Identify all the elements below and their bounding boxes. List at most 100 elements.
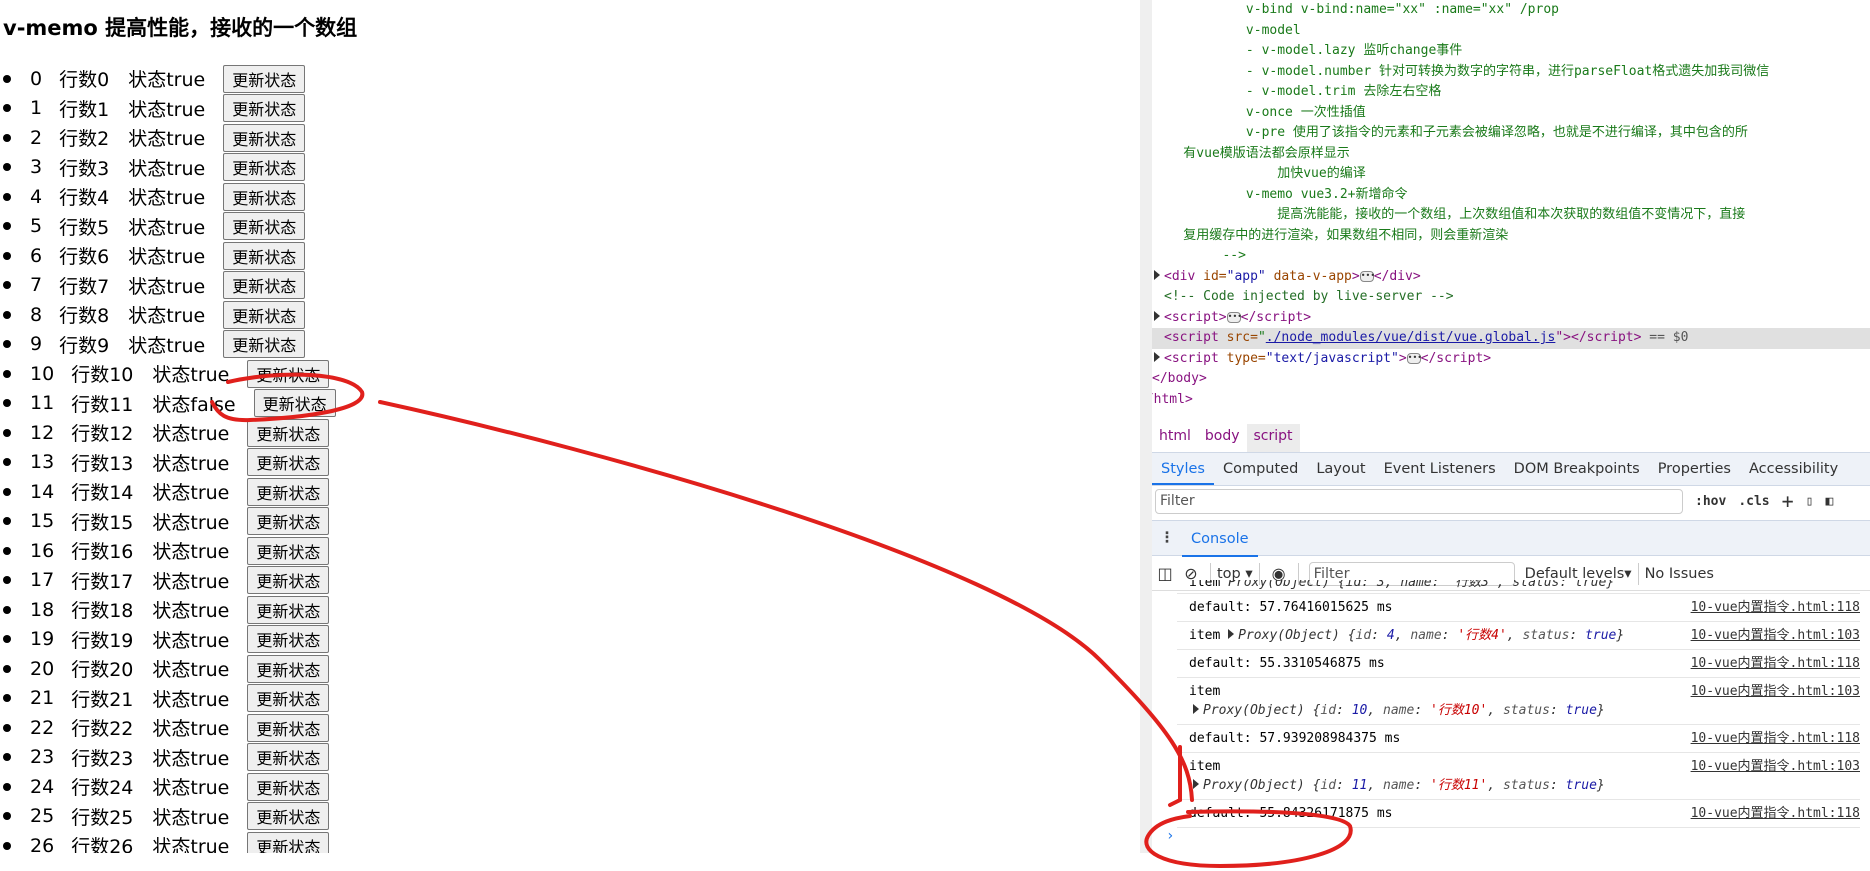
update-status-button[interactable]: 更新状态 xyxy=(247,684,330,713)
update-status-button[interactable]: 更新状态 xyxy=(223,212,306,241)
update-status-button[interactable]: 更新状态 xyxy=(223,94,306,123)
expand-triangle-icon[interactable] xyxy=(1193,779,1199,789)
update-status-button[interactable]: 更新状态 xyxy=(223,153,306,182)
update-status-button[interactable]: 更新状态 xyxy=(247,448,330,477)
comma: , xyxy=(1506,628,1523,643)
expand-triangle-icon[interactable] xyxy=(1154,269,1160,280)
comma: , xyxy=(1487,703,1503,718)
row-name: 行数4 xyxy=(59,187,110,210)
styles-tabs: Styles Computed Layout Event Listeners DOM B… xyxy=(1152,452,1870,486)
dom-node[interactable]: <div id="app" data-v-app>•••</div> xyxy=(1152,267,1870,288)
update-status-button[interactable]: 更新状态 xyxy=(247,418,330,447)
row-id: 21 xyxy=(30,687,55,710)
update-status-button[interactable]: 更新状态 xyxy=(253,389,336,418)
dom-token: </div> xyxy=(1373,268,1421,284)
log-object[interactable]: Proxy(Object) {id: 10, name: '行数10', sta… xyxy=(1193,701,1860,720)
dom-node[interactable]: <!-- Code injected by live-server --> xyxy=(1152,287,1870,308)
expand-triangle-icon[interactable] xyxy=(1228,629,1235,639)
row-name: 行数10 xyxy=(71,364,134,387)
row-name: 行数25 xyxy=(71,806,134,829)
update-status-button[interactable]: 更新状态 xyxy=(247,507,330,536)
row-id: 15 xyxy=(30,510,55,533)
row-name: 行数20 xyxy=(71,659,134,682)
cls-toggle[interactable]: .cls xyxy=(1738,494,1769,509)
log-object[interactable]: Proxy(Object) {id: 11, name: '行数11', sta… xyxy=(1193,776,1860,795)
row-name: 行数18 xyxy=(71,600,134,623)
paint-icon[interactable]: ▯ xyxy=(1806,494,1814,509)
update-status-button[interactable]: 更新状态 xyxy=(247,566,330,595)
new-rule-button[interactable]: + xyxy=(1782,489,1794,513)
update-status-button[interactable]: 更新状态 xyxy=(247,713,330,742)
tab-accessibility[interactable]: Accessibility xyxy=(1740,453,1847,485)
list-item: 18 行数18 状态true 更新状态 xyxy=(0,595,336,625)
source-link[interactable]: 10-vue内置指令.html:118 xyxy=(1691,804,1860,823)
sidebar-toggle-icon[interactable]: ◧ xyxy=(1826,494,1834,509)
tab-styles[interactable]: Styles xyxy=(1152,453,1214,485)
update-status-button[interactable]: 更新状态 xyxy=(247,595,330,624)
ellipsis-icon[interactable]: ••• xyxy=(1406,352,1422,364)
row-id: 14 xyxy=(30,480,55,503)
source-link[interactable]: 10-vue内置指令.html:118 xyxy=(1691,729,1860,748)
update-status-button[interactable]: 更新状态 xyxy=(247,477,330,506)
source-link[interactable]: 10-vue内置指令.html:103 xyxy=(1691,626,1860,645)
dom-node[interactable]: <script src="./node_modules/vue/dist/vue… xyxy=(1152,328,1870,349)
dom-node[interactable]: </html> xyxy=(1140,390,1870,411)
breadcrumb-html[interactable]: html xyxy=(1152,424,1198,452)
update-status-button[interactable]: 更新状态 xyxy=(223,123,306,152)
more-menu-icon[interactable]: ⋮ xyxy=(1152,530,1182,546)
update-status-button[interactable]: 更新状态 xyxy=(247,359,330,388)
ellipsis-icon[interactable]: ••• xyxy=(1226,311,1242,323)
update-status-button[interactable]: 更新状态 xyxy=(223,64,306,93)
tab-event-listeners[interactable]: Event Listeners xyxy=(1375,453,1505,485)
update-status-button[interactable]: 更新状态 xyxy=(247,802,330,831)
key: status xyxy=(1502,778,1550,793)
script-src-link: ./node_modules/vue/dist/vue.global.js xyxy=(1265,330,1556,345)
log-label: item xyxy=(1189,759,1221,774)
bullet-icon xyxy=(3,251,11,260)
expand-triangle-icon[interactable] xyxy=(1154,351,1160,362)
bullet-icon xyxy=(3,428,11,437)
hov-toggle[interactable]: :hov xyxy=(1695,494,1726,509)
ellipsis-icon[interactable]: ••• xyxy=(1359,270,1375,282)
source-link[interactable]: 10-vue内置指令.html:103 xyxy=(1691,682,1860,701)
row-status: 状态true xyxy=(128,98,206,121)
update-status-button[interactable]: 更新状态 xyxy=(223,241,306,270)
update-status-button[interactable]: 更新状态 xyxy=(247,743,330,772)
update-status-button[interactable]: 更新状态 xyxy=(247,831,330,853)
row-id: 24 xyxy=(30,775,55,798)
tab-dom-breakpoints[interactable]: DOM Breakpoints xyxy=(1505,453,1649,485)
log-object[interactable]: Proxy(Object) {id: 3, name: '行数3', statu… xyxy=(1228,580,1614,590)
list-item: 5 行数5 状态true 更新状态 xyxy=(0,212,336,242)
update-status-button[interactable]: 更新状态 xyxy=(223,300,306,329)
source-link[interactable]: 10-vue内置指令.html:118 xyxy=(1691,598,1860,617)
tab-layout[interactable]: Layout xyxy=(1307,453,1374,485)
dom-token: </html> xyxy=(1140,391,1193,407)
update-status-button[interactable]: 更新状态 xyxy=(247,536,330,565)
row-status: 状态true xyxy=(152,688,230,711)
source-link[interactable]: 10-vue内置指令.html:103 xyxy=(1691,757,1860,776)
update-status-button[interactable]: 更新状态 xyxy=(247,772,330,801)
breadcrumb-script[interactable]: script xyxy=(1246,424,1300,452)
dom-node[interactable]: </body> xyxy=(1152,369,1870,390)
tab-computed[interactable]: Computed xyxy=(1214,453,1307,485)
expand-triangle-icon[interactable] xyxy=(1154,310,1160,321)
styles-filter-input[interactable]: Filter xyxy=(1155,488,1683,514)
log-object[interactable]: Proxy(Object) {id: 4, name: '行数4', statu… xyxy=(1220,628,1624,643)
list-item: 25 行数25 状态true 更新状态 xyxy=(0,802,336,832)
update-status-button[interactable]: 更新状态 xyxy=(247,654,330,683)
update-status-button[interactable]: 更新状态 xyxy=(223,271,306,300)
update-status-button[interactable]: 更新状态 xyxy=(247,625,330,654)
key: id xyxy=(1355,628,1372,643)
update-status-button[interactable]: 更新状态 xyxy=(223,330,306,359)
source-link[interactable]: 10-vue内置指令.html:118 xyxy=(1691,654,1860,673)
dom-node[interactable]: <script type="text/javascript">•••</scri… xyxy=(1152,349,1870,370)
styles-filter-bar: Filter :hov .cls + ▯ ◧ xyxy=(1152,487,1870,515)
update-status-button[interactable]: 更新状态 xyxy=(223,182,306,211)
tab-console[interactable]: Console xyxy=(1182,523,1258,557)
breadcrumb-body[interactable]: body xyxy=(1198,424,1247,452)
row-id: 4 xyxy=(30,185,43,208)
console-prompt-icon[interactable]: › xyxy=(1166,828,1870,844)
tab-properties[interactable]: Properties xyxy=(1649,453,1740,485)
dom-node[interactable]: <script>•••</script> xyxy=(1152,308,1870,329)
expand-triangle-icon[interactable] xyxy=(1193,704,1199,714)
